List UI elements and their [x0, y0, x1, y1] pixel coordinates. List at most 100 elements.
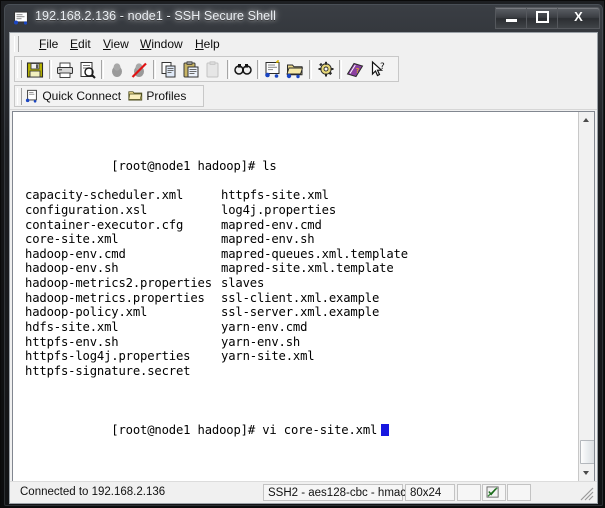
terminal-line: hadoop-env.cmd mapred-queues.xml.template — [25, 246, 408, 262]
ssh-terminal-icon — [14, 11, 28, 25]
toolbar-container: ? ? — [14, 56, 399, 82]
toolbar-grip[interactable] — [17, 60, 22, 78]
file-name-right: httpfs-site.xml — [221, 188, 329, 203]
find-icon[interactable] — [233, 60, 255, 80]
toolbar-separator — [257, 60, 260, 79]
cipher-status: SSH2 - aes128-cbc - hmac-md5 — [263, 484, 432, 501]
maximize-button[interactable] — [526, 7, 559, 29]
menubar-grip[interactable] — [14, 36, 20, 57]
transfer-indicator — [482, 484, 506, 501]
clipboard-icon[interactable] — [203, 60, 225, 80]
client-area: File Edit View Window Help ? ? Quick Con… — [9, 32, 598, 504]
connection-status: Connected to 192.168.2.136 — [20, 486, 166, 498]
file-name-right: mapred-env.sh — [221, 232, 315, 247]
quick-connect-button[interactable]: Quick Connect — [25, 89, 121, 103]
terminal-scrollbar[interactable] — [578, 112, 594, 481]
menu-file[interactable]: File — [34, 36, 63, 52]
close-button[interactable]: X — [557, 7, 600, 29]
connect-icon[interactable] — [107, 60, 129, 80]
chevron-down-icon — [583, 471, 589, 475]
terminal-size-status: 80x24 — [405, 484, 455, 501]
menu-edit[interactable]: Edit — [65, 36, 96, 52]
file-name-left: httpfs-env.sh — [25, 334, 119, 349]
terminal-line: configuration.xsl log4j.properties — [25, 203, 389, 218]
file-name-left: capacity-scheduler.xml — [25, 188, 184, 203]
file-name-left: container-executor.cfg — [25, 217, 184, 232]
terminal-line: [root@node1 hadoop]# ls — [25, 144, 389, 173]
menu-help[interactable]: Help — [190, 36, 225, 52]
save-icon[interactable] — [25, 60, 47, 80]
terminal-line: container-executor.cfg mapred-env.cmd — [25, 218, 389, 233]
terminal-line: hadoop-policy.xml ssl-server.xml.example — [25, 305, 389, 320]
file-name-right: yarn-env.cmd — [221, 320, 308, 335]
settings-icon[interactable] — [315, 60, 337, 80]
toolbar-separator — [227, 60, 230, 79]
terminal-line: httpfs-env.sh yarn-env.sh — [25, 335, 389, 350]
scroll-up-arrow[interactable] — [579, 112, 594, 128]
toolbar-separator — [339, 60, 342, 79]
copy-icon[interactable] — [159, 60, 181, 80]
chevron-up-icon — [583, 118, 589, 122]
print-icon[interactable] — [55, 60, 77, 80]
file-name-left: hadoop-policy.xml — [25, 305, 148, 320]
terminal-line: httpfs-signature.secret — [25, 364, 389, 379]
file-name-right: mapred-site.xml.template — [221, 261, 394, 276]
resize-grip[interactable] — [580, 487, 594, 501]
disconnect-icon[interactable] — [129, 60, 151, 80]
terminal-line: hdfs-site.xml yarn-env.cmd — [25, 320, 389, 335]
transfer-indicator-icon — [486, 486, 499, 498]
toolbar-separator — [49, 60, 52, 79]
paste-icon[interactable] — [181, 60, 203, 80]
context-help-icon[interactable]: ? — [369, 60, 391, 80]
application-window: 192.168.2.136 - node1 - SSH Secure Shell… — [0, 0, 605, 508]
terminal-line: hadoop-env.sh mapred-site.xml.template — [25, 261, 394, 276]
new-file-transfer-icon[interactable] — [285, 60, 307, 80]
file-name-right: ssl-server.xml.example — [221, 305, 380, 320]
file-name-left: httpfs-log4j.properties — [25, 349, 191, 364]
status-cell-empty-1 — [457, 484, 481, 501]
file-name-right: mapred-env.cmd — [221, 217, 322, 232]
terminal-screen[interactable]: [root@node1 hadoop]# ls capacity-schedul… — [13, 112, 579, 481]
file-name-left: hadoop-env.sh — [25, 261, 119, 276]
svg-text:?: ? — [356, 67, 360, 75]
title-bar[interactable]: 192.168.2.136 - node1 - SSH Secure Shell… — [5, 5, 602, 31]
toolbar-separator — [153, 60, 156, 79]
menu-view[interactable]: View — [98, 36, 134, 52]
terminal-line: [root@node1 hadoop]# vi core-site.xml — [25, 408, 390, 452]
menu-bar: File Edit View Window Help — [10, 33, 597, 56]
file-name-left: hadoop-metrics.properties — [25, 290, 205, 305]
new-terminal-icon[interactable] — [263, 60, 285, 80]
terminal-line: hadoop-metrics2.properties slaves — [25, 276, 389, 291]
scroll-thumb[interactable] — [580, 440, 594, 464]
terminal-line: hadoop-metrics.properties ssl-client.xml.… — [25, 291, 389, 306]
terminal-panel: [root@node1 hadoop]# ls capacity-schedul… — [12, 111, 595, 482]
close-icon: X — [574, 9, 583, 24]
profiles-button[interactable]: Profiles — [128, 89, 186, 103]
file-name-right: yarn-env.sh — [221, 334, 301, 349]
svg-text:?: ? — [380, 62, 385, 72]
file-name-left: hadoop-env.cmd — [25, 246, 126, 261]
terminal-text: [root@node1 hadoop]# ls capacity-schedul… — [25, 115, 408, 481]
terminal-file-listing: capacity-scheduler.xml httpfs-site.xml con… — [25, 188, 408, 379]
folder-icon — [128, 91, 143, 101]
print-preview-icon[interactable] — [77, 60, 99, 80]
file-name-left: configuration.xsl — [25, 202, 148, 217]
help-book-icon[interactable]: ? — [345, 60, 367, 80]
status-cell-empty-2 — [507, 484, 531, 501]
quick-connect-bar: Quick Connect Profiles — [10, 84, 597, 110]
file-name-right: ssl-client.xml.example — [221, 290, 380, 305]
scroll-down-arrow[interactable] — [579, 465, 594, 481]
minimize-button[interactable] — [495, 7, 528, 29]
minimize-icon — [506, 18, 517, 22]
file-name-right: yarn-site.xml — [221, 349, 315, 364]
quick-connect-container: Quick Connect Profiles — [14, 85, 204, 107]
file-name-left: hdfs-site.xml — [25, 320, 119, 335]
terminal-line: capacity-scheduler.xml httpfs-site.xml — [25, 188, 389, 203]
menu-window[interactable]: Window — [135, 36, 188, 52]
prompt-line-2: [root@node1 hadoop]# vi core-site.xml — [111, 422, 378, 437]
terminal-line: httpfs-log4j.properties yarn-site.xml — [25, 349, 389, 364]
maximize-icon — [536, 10, 549, 23]
file-name-right: slaves — [221, 276, 265, 291]
quickbar-grip[interactable] — [17, 88, 22, 105]
file-name-right: log4j.properties — [221, 202, 336, 217]
